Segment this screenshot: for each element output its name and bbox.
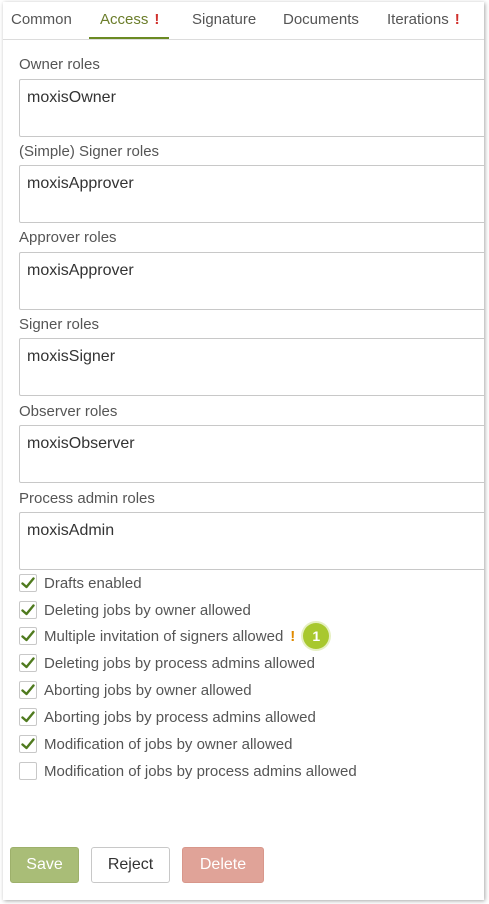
checkmark-icon [21,738,35,750]
abort-by-admins-checkbox[interactable] [19,708,37,726]
simple-signer-roles-field[interactable]: moxisApprover [19,165,484,223]
tab-common[interactable]: Common [11,11,72,28]
delete-by-owner-label: Deleting jobs by owner allowed [44,601,251,619]
process-admin-roles-field[interactable]: moxisAdmin [19,512,484,570]
tab-iterations[interactable]: Iterations! [387,11,460,28]
multiple-invitation-warning-icon: ! [290,627,296,645]
process-admin-roles-label: Process admin roles [19,490,155,507]
abort-by-owner-label: Aborting jobs by owner allowed [44,681,252,699]
approver-roles-field[interactable]: moxisApprover [19,252,484,310]
delete-by-owner-checkbox[interactable] [19,601,37,619]
signer-roles-label: Signer roles [19,316,100,333]
tab-iterations-label: Iterations [387,11,449,28]
checkmark-icon [21,630,35,642]
tab-bar: Common Access! Signature Documents Itera… [3,2,484,40]
checkmark-icon [21,657,35,669]
active-tab-indicator [89,37,169,39]
step-number-badge: 1 [303,623,330,649]
tab-iterations-warning-icon: ! [454,11,460,28]
checkmark-icon [21,604,35,616]
abort-by-admins-option[interactable]: Aborting jobs by process admins allowed [19,707,316,727]
reject-button[interactable]: Reject [91,847,170,883]
multiple-invitation-option[interactable]: Multiple invitation of signers allowed !… [19,623,330,649]
abort-by-owner-option[interactable]: Aborting jobs by owner allowed [19,680,252,700]
checkmark-icon [21,684,35,696]
delete-by-admins-option[interactable]: Deleting jobs by process admins allowed [19,653,315,673]
modify-by-owner-label: Modification of jobs by owner allowed [44,735,293,753]
delete-by-owner-option[interactable]: Deleting jobs by owner allowed [19,600,251,620]
tab-documents[interactable]: Documents [283,11,359,28]
modify-by-owner-option[interactable]: Modification of jobs by owner allowed [19,734,292,754]
approver-roles-label: Approver roles [19,229,117,246]
delete-by-admins-checkbox[interactable] [19,654,37,672]
tab-access-label: Access [100,11,149,28]
drafts-enabled-option[interactable]: Drafts enabled [19,573,142,593]
multiple-invitation-label: Multiple invitation of signers allowed [44,627,284,645]
owner-roles-field[interactable]: moxisOwner [19,79,484,137]
signer-roles-field[interactable]: moxisSigner [19,338,484,396]
checkmark-icon [21,577,35,589]
tab-access[interactable]: Access! [100,11,159,28]
drafts-enabled-checkbox[interactable] [19,574,37,592]
delete-button[interactable]: Delete [182,847,264,883]
observer-roles-label: Observer roles [19,403,118,420]
modify-by-owner-checkbox[interactable] [19,735,37,753]
modify-by-admins-checkbox[interactable] [19,762,37,780]
tab-access-warning-icon: ! [154,11,160,28]
delete-by-admins-label: Deleting jobs by process admins allowed [44,654,315,672]
owner-roles-label: Owner roles [19,56,100,73]
observer-roles-field[interactable]: moxisObserver [19,425,484,483]
modify-by-admins-option[interactable]: Modification of jobs by process admins a… [19,761,357,781]
modify-by-admins-label: Modification of jobs by process admins a… [44,762,357,780]
checkmark-icon [21,711,35,723]
abort-by-admins-label: Aborting jobs by process admins allowed [44,708,316,726]
tab-signature[interactable]: Signature [192,11,256,28]
abort-by-owner-checkbox[interactable] [19,681,37,699]
multiple-invitation-checkbox[interactable] [19,627,37,645]
drafts-enabled-label: Drafts enabled [44,574,142,592]
access-settings-panel: Common Access! Signature Documents Itera… [3,2,484,900]
simple-signer-roles-label: (Simple) Signer roles [19,143,160,160]
tab-common-label: Common [11,11,72,28]
tab-documents-label: Documents [283,11,359,28]
save-button[interactable]: Save [10,847,79,883]
tab-signature-label: Signature [192,11,257,28]
